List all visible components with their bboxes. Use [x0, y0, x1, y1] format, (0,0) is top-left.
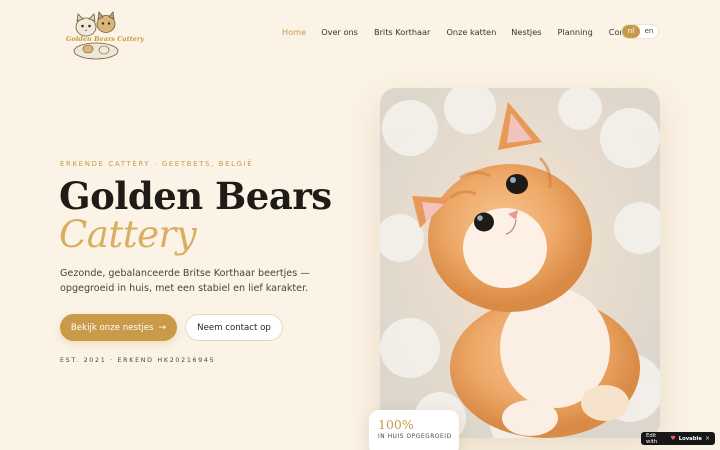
- page: Golden Bears Cattery Home Over ons Brits…: [0, 0, 720, 450]
- lang-option-nl[interactable]: nl: [622, 25, 640, 38]
- nav-item-onze-katten[interactable]: Onze katten: [446, 26, 496, 38]
- arrow-right-icon: →: [158, 322, 167, 333]
- hero-title: Golden Bears: [59, 174, 332, 218]
- view-litters-label: Bekijk onze nestjes: [70, 322, 154, 333]
- nav-item-home[interactable]: Home: [282, 26, 306, 38]
- main-nav: Home Over ons Brits Korthaar Onze katten…: [282, 26, 641, 38]
- kitten-photo: [380, 88, 660, 438]
- logo[interactable]: Golden Bears Cattery: [64, 5, 144, 63]
- cats-logo-icon: [73, 11, 119, 60]
- kitten-image: [380, 88, 660, 438]
- contact-label: Neem contact op: [197, 322, 271, 333]
- badge-prefix: Edit with: [646, 432, 658, 445]
- nav-item-planning[interactable]: Planning: [558, 26, 593, 38]
- hero-eyebrow: ERKENDE CATTERY · GEETBETS, BELGIË: [60, 160, 254, 168]
- stat-card: 100% IN HUIS OPGEGROEID: [369, 410, 459, 450]
- logo-text: Golden Bears Cattery: [66, 35, 144, 43]
- stat-value: 100%: [378, 417, 414, 432]
- nav-item-nestjes[interactable]: Nestjes: [511, 26, 541, 38]
- edit-with-lovable-badge[interactable]: Edit with ♥ Lovable ×: [641, 432, 715, 445]
- language-toggle: nl en: [621, 24, 659, 39]
- nav-item-brits-korthaar[interactable]: Brits Korthaar: [374, 26, 430, 38]
- lang-option-en[interactable]: en: [640, 25, 658, 38]
- hero-title-accent: Cattery: [59, 213, 197, 256]
- heart-icon: ♥: [670, 435, 676, 442]
- badge-brand: Lovable: [678, 435, 702, 442]
- contact-button[interactable]: Neem contact op: [185, 314, 283, 341]
- hero-meta: EST. 2021 · ERKEND HK20216945: [60, 357, 216, 364]
- hero-lead: Gezonde, gebalanceerde Britse Korthaar b…: [60, 268, 310, 294]
- close-icon[interactable]: ×: [705, 435, 710, 442]
- view-litters-button[interactable]: Bekijk onze nestjes →: [60, 314, 177, 341]
- nav-item-over-ons[interactable]: Over ons: [321, 26, 358, 38]
- stat-label: IN HUIS OPGEGROEID: [378, 434, 452, 440]
